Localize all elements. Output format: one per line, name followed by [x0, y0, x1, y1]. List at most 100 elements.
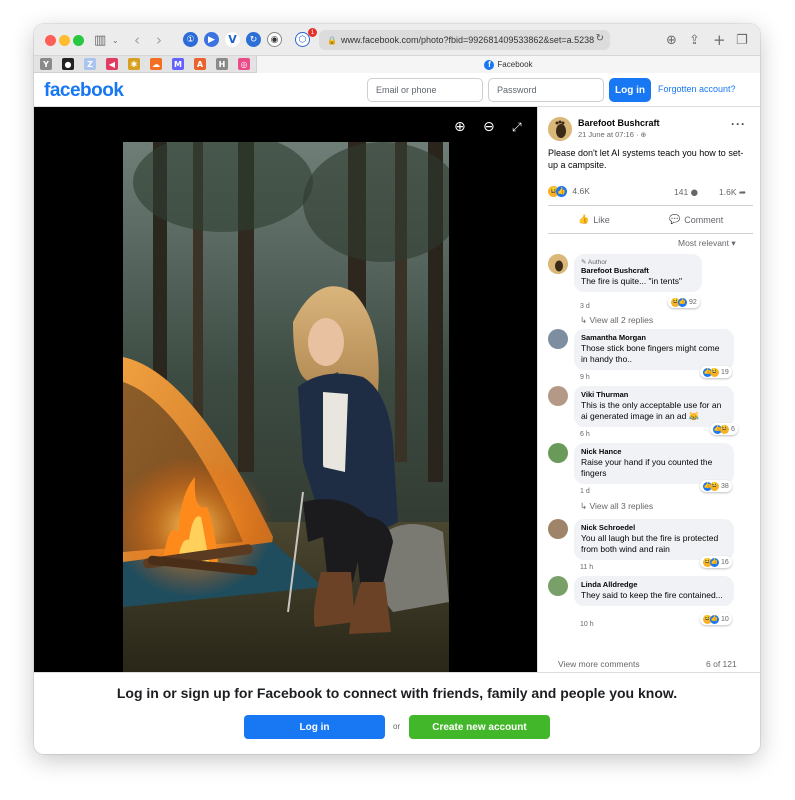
commenter-avatar[interactable] [548, 576, 568, 596]
comment-time[interactable]: 11 h [580, 564, 593, 571]
email-field[interactable]: Email or phone [367, 78, 483, 102]
comment-text: This is the only acceptable use for an a… [581, 400, 722, 421]
comment-text: The fire is quite... "in tents" [581, 276, 682, 286]
commenter-name[interactable]: Barefoot Bushcraft [581, 266, 695, 276]
play-extension-icon[interactable]: ▶ [204, 32, 219, 47]
share-icon[interactable]: ⇪ [689, 31, 700, 49]
comments-count: 141 [674, 187, 689, 197]
post-photo[interactable] [123, 142, 449, 672]
comment-icon: 💬 [669, 215, 681, 225]
haha-reaction-icon: 😆 [710, 481, 719, 491]
close-window-button[interactable] [45, 35, 56, 46]
tab-strip: Y ● Z ◀ ✱ ☁ M A H ◎ f Facebook [34, 56, 760, 73]
pencil-icon: ✎ [581, 259, 587, 266]
soundcloud-icon[interactable]: ☁ [150, 58, 162, 70]
forgot-account-link[interactable]: Forgotten account? [658, 84, 736, 94]
comment-reactions[interactable]: 😆 👍 92 [668, 296, 700, 308]
tab-overview-icon[interactable]: ❐ [736, 31, 748, 49]
fullscreen-icon[interactable]: ⤢ [512, 120, 522, 135]
zoom-in-icon[interactable]: ⊕ [454, 119, 466, 135]
comment-time[interactable]: 1 d [580, 488, 590, 495]
poster-name[interactable]: Barefoot Bushcraft [578, 118, 660, 128]
zoom-window-button[interactable] [73, 35, 84, 46]
comments-count-label: 6 of 121 [706, 659, 737, 669]
commenter-name[interactable]: Nick Hance [581, 447, 727, 457]
comment-time[interactable]: 9 h [580, 374, 590, 381]
commenter-avatar[interactable] [548, 519, 568, 539]
view-replies-link[interactable]: ↳ View all 2 replies [580, 315, 653, 326]
comment-text: You all laugh but the fire is protected … [581, 533, 719, 554]
campsite-photo-image [123, 142, 449, 672]
comment-time[interactable]: 6 h [580, 431, 590, 438]
comment-label: Comment [684, 215, 724, 225]
comment-text: Those stick bone fingers might come in h… [581, 343, 720, 364]
comment-reactions[interactable]: 👍 😆 38 [700, 480, 732, 492]
h-icon[interactable]: H [216, 58, 228, 70]
chevron-down-icon[interactable]: ⌄ [112, 31, 119, 49]
poster-avatar[interactable] [548, 117, 572, 141]
url-text: www.facebook.com/photo?fbid=992681409533… [340, 35, 595, 45]
banner-login-button[interactable]: Log in [244, 715, 385, 739]
commenter-avatar[interactable] [548, 386, 568, 406]
divider [548, 233, 753, 234]
minimize-window-button[interactable] [59, 35, 70, 46]
commenter-avatar[interactable] [548, 254, 568, 274]
a-icon[interactable]: A [194, 58, 206, 70]
reload-icon[interactable]: ↻ [596, 33, 604, 44]
comment-reactions[interactable]: 😆 👍 16 [700, 556, 732, 568]
new-tab-icon[interactable]: + [713, 31, 726, 49]
comments-count-wrap[interactable]: 141 ● [674, 187, 698, 198]
comment-button[interactable]: 💬 Comment [669, 210, 723, 230]
refresh-extension-icon[interactable]: ↻ [246, 32, 261, 47]
commenter-avatar[interactable] [548, 443, 568, 463]
commenter-name[interactable]: Samantha Morgan [581, 333, 727, 343]
shares-count-wrap[interactable]: 1.6K ➦ [719, 187, 746, 198]
comment-bubble: Viki Thurman This is the only acceptable… [574, 386, 734, 427]
comment-time[interactable]: 3 d [580, 303, 590, 310]
caret-down-icon: ▾ [731, 238, 736, 248]
reactions-count[interactable]: 4.6K [572, 186, 590, 196]
view-replies-link[interactable]: ↳ View all 3 replies [580, 501, 653, 512]
sort-comments-dropdown[interactable]: Most relevant ▾ [678, 238, 736, 249]
view-more-comments-link[interactable]: View more comments [558, 659, 640, 669]
commenter-avatar[interactable] [548, 329, 568, 349]
commenter-name[interactable]: Viki Thurman [581, 390, 727, 400]
back-icon[interactable]: ‹ [134, 31, 140, 49]
shield-extension-icon[interactable]: ◉ [267, 32, 282, 47]
like-reaction-icon: 👍 [678, 297, 687, 307]
like-reaction-icon: 👍 [556, 186, 567, 198]
y-icon[interactable]: Y [40, 58, 52, 70]
commenter-name[interactable]: Linda Alldredge [581, 580, 727, 590]
browser-toolbar: ▥ ⌄ ‹ › ① ▶ V ↻ ◉ ⬡ 1 🔒 www.facebook.com… [34, 24, 760, 56]
password-manager-icon[interactable]: ① [183, 32, 198, 47]
post-time[interactable]: 21 June at 07:16 · ⊕ [578, 130, 646, 139]
comment-reactions[interactable]: 😆 👍 10 [700, 613, 732, 625]
translate-icon[interactable]: Z [84, 58, 96, 70]
facebook-logo[interactable]: facebook [44, 80, 124, 102]
password-field[interactable]: Password [488, 78, 604, 102]
dribbble-icon[interactable]: ◎ [238, 58, 250, 70]
comment-bubble: Nick Hance Raise your hand if you counte… [574, 443, 734, 484]
tab-facebook[interactable]: f Facebook [256, 56, 760, 73]
like-button[interactable]: 👍 Like [578, 210, 610, 230]
address-bar[interactable]: 🔒 www.facebook.com/photo?fbid=9926814095… [319, 30, 610, 50]
comment-reactions[interactable]: 👍 😆 6 [710, 423, 738, 435]
mastodon-icon[interactable]: M [172, 58, 184, 70]
thumbs-up-icon: 👍 [578, 215, 590, 225]
v-extension-icon[interactable]: V [225, 32, 240, 47]
forward-icon[interactable]: › [156, 31, 162, 49]
comment-text: They said to keep the fire contained... [581, 590, 723, 600]
header-login-button[interactable]: Log in [609, 78, 651, 102]
github-icon[interactable]: ● [62, 58, 74, 70]
colorful-icon[interactable]: ✱ [128, 58, 140, 70]
send-icon[interactable]: ◀ [106, 58, 118, 70]
zoom-out-icon[interactable]: ⊖ [483, 119, 495, 135]
comment-time[interactable]: 10 h [580, 621, 594, 628]
download-icon[interactable]: ⊕ [666, 31, 677, 49]
commenter-name[interactable]: Nick Schroedel [581, 523, 727, 533]
create-account-button[interactable]: Create new account [409, 715, 550, 739]
comment-reactions[interactable]: 👍 😆 19 [700, 366, 732, 378]
post-sidebar: Barefoot Bushcraft 21 June at 07:16 · ⊕ … [537, 107, 760, 672]
more-options-icon[interactable]: ··· [731, 117, 746, 131]
sidebar-toggle-icon[interactable]: ▥ [94, 31, 106, 49]
